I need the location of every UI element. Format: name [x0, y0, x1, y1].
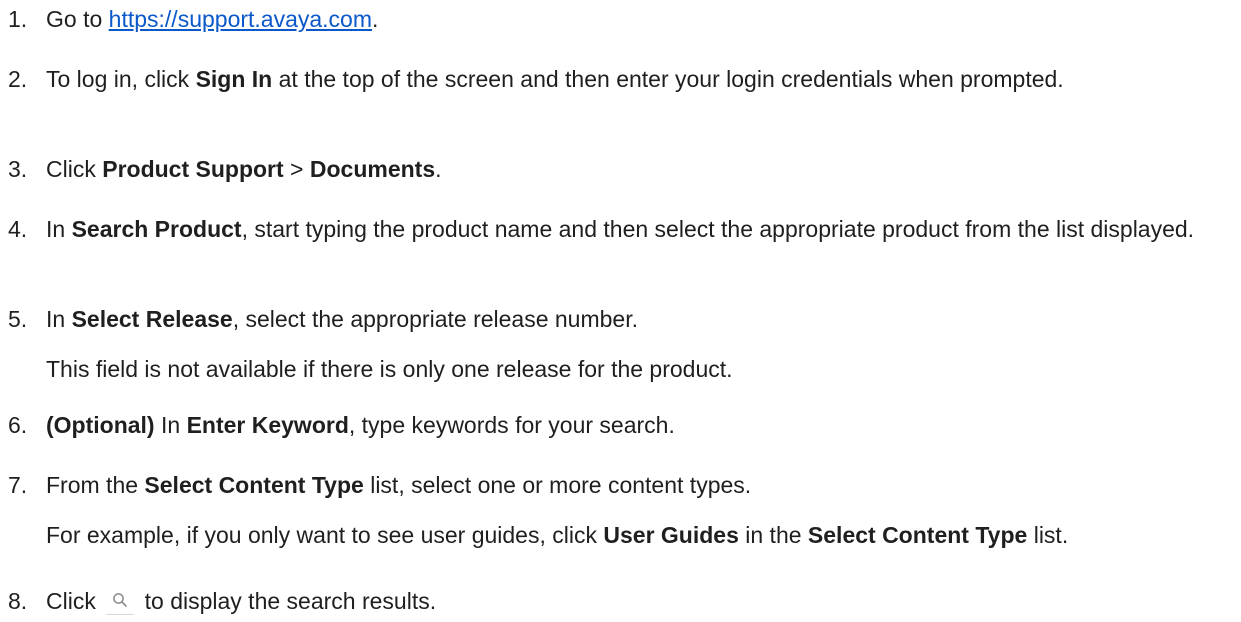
step-text: In Search Product, start typing the prod… [46, 214, 1235, 244]
text-segment: Click [46, 156, 103, 182]
search-icon-glyph [113, 593, 128, 607]
step-number: 6. [8, 412, 28, 438]
text-segment: Click [46, 588, 103, 614]
ui-term-search-product: Search Product [71, 216, 242, 242]
ui-term-product-support: Product Support [102, 156, 284, 182]
text-segment: list. [1027, 522, 1069, 548]
ui-term-select-release: Select Release [71, 306, 233, 332]
text-segment: From the [46, 472, 145, 498]
text-segment: list, select one or more content types. [363, 472, 752, 498]
step-text: (Optional) In Enter Keyword, type keywor… [46, 410, 1235, 440]
text-segment: In [46, 306, 72, 332]
step-number: 7. [8, 472, 28, 498]
step-text: Go to https://support.avaya.com. [46, 4, 1235, 34]
step-5: 5. In Select Release, select the appropr… [0, 304, 1235, 384]
text-segment: , start typing the product name and then… [241, 216, 1195, 242]
search-icon [106, 588, 135, 615]
text-segment: In [46, 216, 72, 242]
ui-term-select-content-type: Select Content Type [144, 472, 364, 498]
text-segment: to display the search results. [138, 588, 437, 614]
support-link[interactable]: https://support.avaya.com [109, 6, 372, 32]
ui-term-documents: Documents [309, 156, 436, 182]
step-6: 6. (Optional) In Enter Keyword, type key… [0, 410, 1235, 440]
step-text: From the Select Content Type list, selec… [46, 470, 1235, 500]
step-text: Click to display the search results. [46, 586, 1235, 616]
step-1: 1. Go to https://support.avaya.com. [0, 4, 1235, 34]
step-number: 5. [8, 306, 28, 332]
text-segment: For example, if you only want to see use… [46, 522, 604, 548]
step-8: 8. Click to display the search results. [0, 586, 1235, 616]
step-3: 3. Click Product Support > Documents. [0, 154, 1235, 184]
step-number: 8. [8, 588, 28, 614]
text-segment: , type keywords for your search. [348, 412, 675, 438]
text-segment: , select the appropriate release number. [232, 306, 638, 332]
text-segment: > [283, 156, 310, 182]
step-7: 7. From the Select Content Type list, se… [0, 470, 1235, 550]
ui-term-sign-in: Sign In [195, 66, 273, 92]
step-text: To log in, click Sign In at the top of t… [46, 64, 1235, 94]
step-4: 4. In Search Product, start typing the p… [0, 214, 1235, 244]
step-text: Click Product Support > Documents. [46, 154, 1235, 184]
optional-label: (Optional) [46, 412, 155, 438]
step-number: 1. [8, 6, 28, 32]
ui-term-select-content-type: Select Content Type [807, 522, 1028, 548]
text-segment: . [372, 6, 379, 32]
step-note: This field is not available if there is … [46, 356, 733, 382]
step-text: In Select Release, select the appropriat… [46, 304, 1235, 334]
ui-term-user-guides: User Guides [603, 522, 739, 548]
text-segment: at the top of the screen and then enter … [272, 66, 1064, 92]
ui-term-enter-keyword: Enter Keyword [186, 412, 349, 438]
text-segment: In [154, 412, 187, 438]
text-segment: in the [738, 522, 808, 548]
text-segment: Go to [46, 6, 109, 32]
text-segment: To log in, click [46, 66, 196, 92]
step-number: 4. [8, 216, 28, 242]
step-note: For example, if you only want to see use… [46, 520, 1235, 550]
text-segment: . [435, 156, 442, 182]
step-number: 2. [8, 66, 28, 92]
step-number: 3. [8, 156, 28, 182]
step-2: 2. To log in, click Sign In at the top o… [0, 64, 1235, 94]
